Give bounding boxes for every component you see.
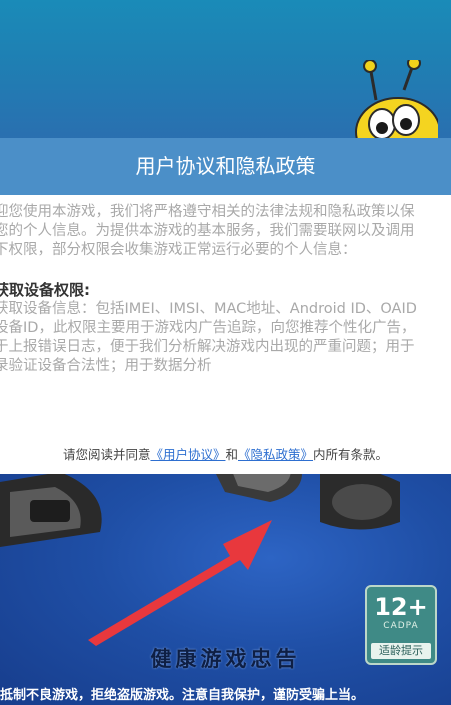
age-rating-org: CADPA [383, 621, 419, 631]
permission-line: 录验证设备合法性；用于数据分析 [0, 358, 212, 374]
intro-line: 您的个人信息。为提供本游戏的基本服务，我们需要联网以及调用 [0, 223, 415, 239]
consent-prefix: 请您阅读并同意 [62, 447, 151, 462]
privacy-policy-link[interactable]: 《隐私政策》 [238, 447, 313, 462]
permission-line: 于上报错误日志，便于我们分析解决游戏内出现的严重问题；用于 [0, 339, 415, 355]
dialog-body[interactable]: 迎您使用本游戏，我们将严格遵守相关的法律法规和隐私政策以保 您的个人信息。为提供… [0, 195, 451, 474]
permission-line: 设备ID，此权限主要用于游戏内广告追踪，向您推荐个性化广告， [0, 320, 416, 336]
dialog-title: 用户协议和隐私政策 [0, 138, 451, 195]
permission-title: 获取设备权限: [0, 281, 90, 299]
agreement-consent-line: 请您阅读并同意《用户协议》和《隐私政策》内所有条款。 [0, 444, 451, 463]
bee-character-icon [355, 60, 438, 150]
red-arrow-icon [88, 520, 272, 646]
health-advice-text: 抵制不良游戏，拒绝盗版游戏。注意自我保护，谨防受骗上当。 [0, 688, 365, 703]
agreement-dialog: 用户协议和隐私政策 迎您使用本游戏，我们将严格遵守相关的法律法规和隐私政策以保 … [0, 138, 451, 474]
intro-line: 迎您使用本游戏，我们将严格遵守相关的法律法规和隐私政策以保 [0, 204, 415, 220]
intro-line: 下权限，部分权限会收集游戏正常运行必要的个人信息： [0, 242, 357, 258]
consent-and: 和 [225, 447, 238, 462]
user-agreement-link[interactable]: 《用户协议》 [150, 447, 225, 462]
age-rating-number: 12+ [374, 593, 428, 621]
agreement-scroll-text[interactable]: 迎您使用本游戏，我们将严格遵守相关的法律法规和隐私政策以保 您的个人信息。为提供… [0, 203, 451, 376]
permission-line: 获取设备信息：包括IMEI、IMSI、MAC地址、Android ID、OAID [0, 301, 417, 317]
game-screen: 12+ CADPA 适龄提示 健康游戏忠告 抵制不良游戏，拒绝盗版游戏。注意自我… [0, 0, 451, 705]
consent-suffix: 内所有条款。 [313, 447, 389, 462]
